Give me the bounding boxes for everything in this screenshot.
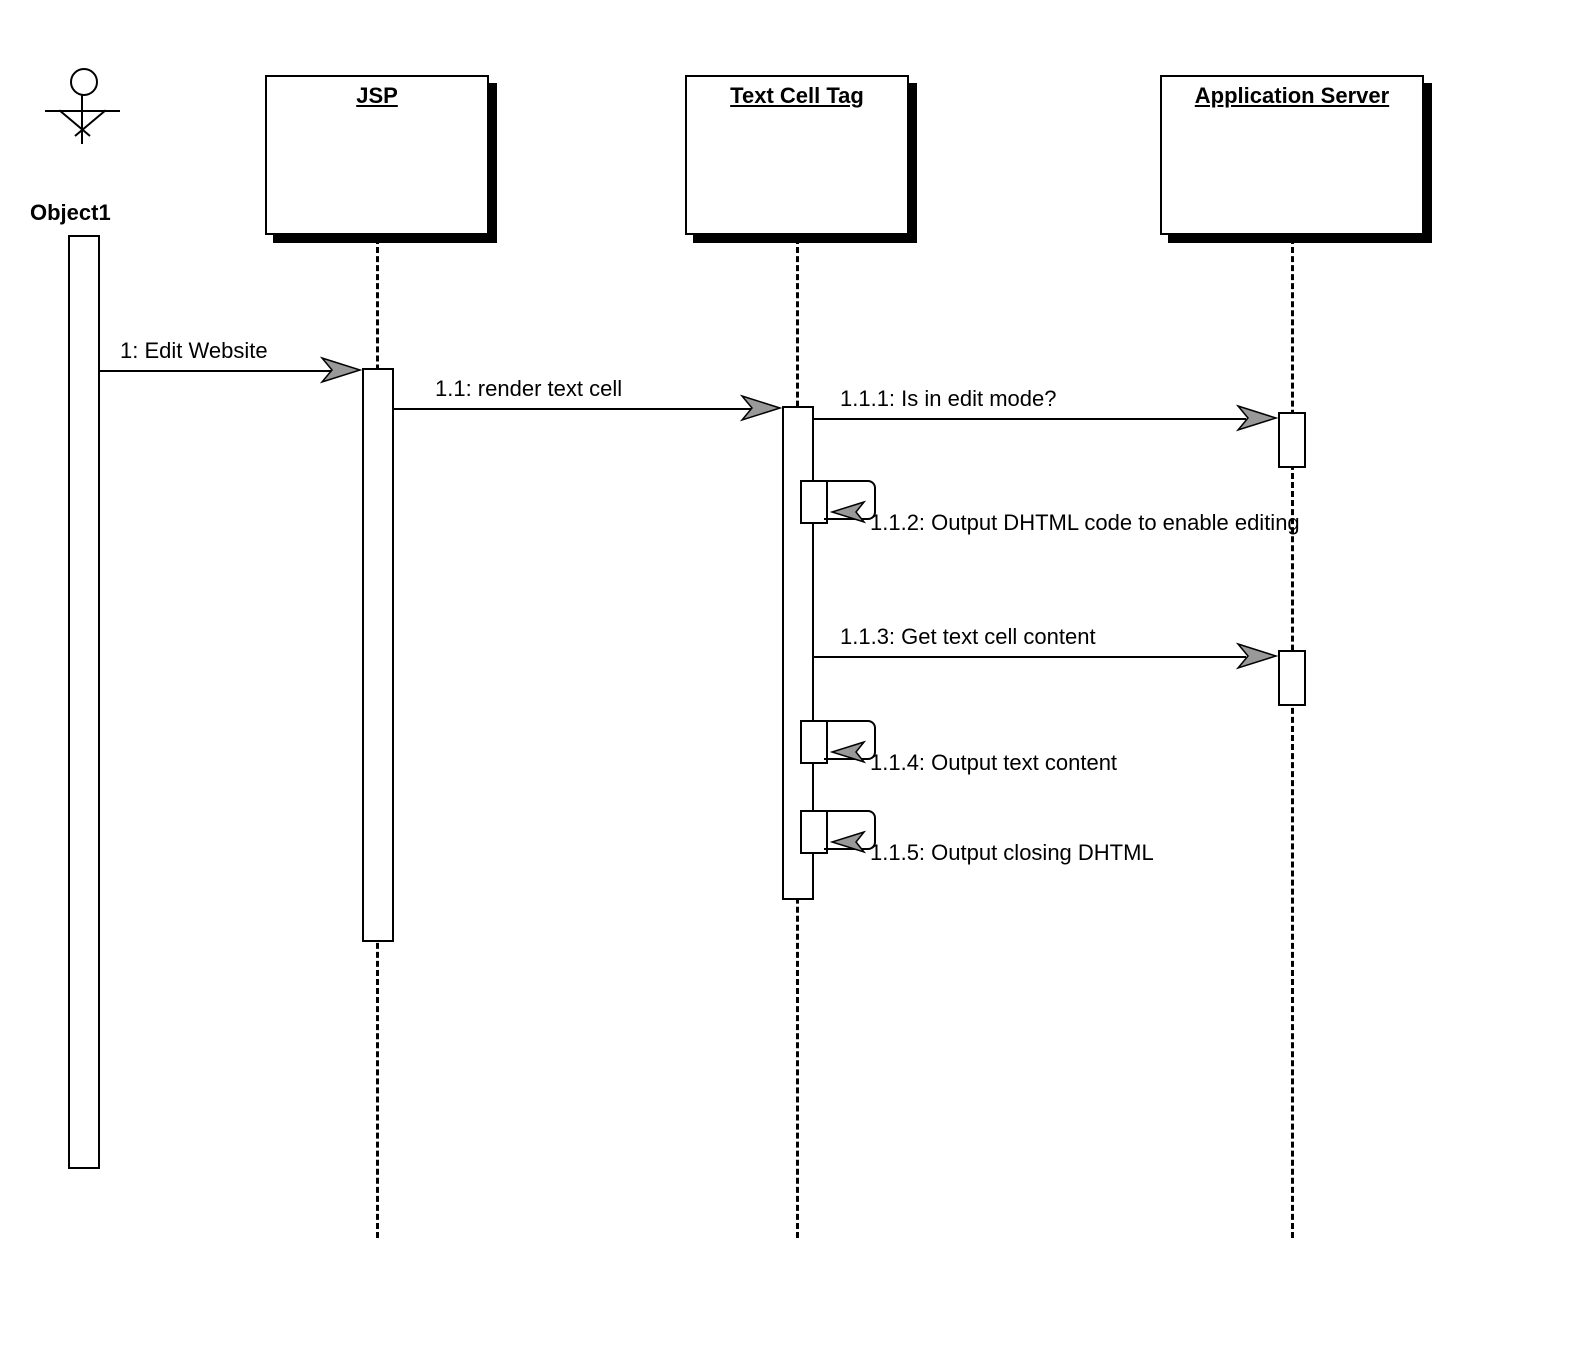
lifeline-textcelltag-label: Text Cell Tag xyxy=(730,83,864,233)
actor-body xyxy=(81,94,83,144)
arrow-icon xyxy=(320,356,364,384)
activation-actor xyxy=(68,235,100,1169)
sequence-diagram: Object1 JSP Text Cell Tag Application Se… xyxy=(20,20,1596,1332)
message-11-line xyxy=(392,408,772,410)
message-112-label: 1.1.2: Output DHTML code to enable editi… xyxy=(870,510,1300,536)
lifeline-dash-appserver xyxy=(1291,238,1294,1238)
message-1-line xyxy=(98,370,338,372)
arrow-icon xyxy=(1236,642,1280,670)
actor-label: Object1 xyxy=(30,200,111,226)
arrow-left-icon xyxy=(830,740,866,764)
message-111-label: 1.1.1: Is in edit mode? xyxy=(840,386,1056,412)
arrow-left-icon xyxy=(830,830,866,854)
message-1-label: 1: Edit Website xyxy=(120,338,268,364)
lifeline-jsp: JSP xyxy=(265,75,489,235)
message-114-label: 1.1.4: Output text content xyxy=(870,750,1117,776)
lifeline-jsp-label: JSP xyxy=(356,83,398,233)
actor-arm-left xyxy=(45,110,120,112)
activation-appserver-1 xyxy=(1278,412,1306,468)
activation-appserver-2 xyxy=(1278,650,1306,706)
message-113-label: 1.1.3: Get text cell content xyxy=(840,624,1096,650)
arrow-icon xyxy=(1236,404,1280,432)
lifeline-textcelltag: Text Cell Tag xyxy=(685,75,909,235)
arrow-left-icon xyxy=(830,500,866,524)
message-115-label: 1.1.5: Output closing DHTML xyxy=(870,840,1154,866)
actor-head-icon xyxy=(70,68,98,96)
message-111-line xyxy=(812,418,1246,420)
lifeline-appserver: Application Server xyxy=(1160,75,1424,235)
activation-jsp xyxy=(362,368,394,942)
actor-leg-left xyxy=(59,110,91,137)
actor-leg-right xyxy=(74,110,106,137)
message-11-label: 1.1: render text cell xyxy=(435,376,622,402)
lifeline-appserver-label: Application Server xyxy=(1195,83,1389,233)
arrow-icon xyxy=(740,394,784,422)
message-113-line xyxy=(812,656,1246,658)
